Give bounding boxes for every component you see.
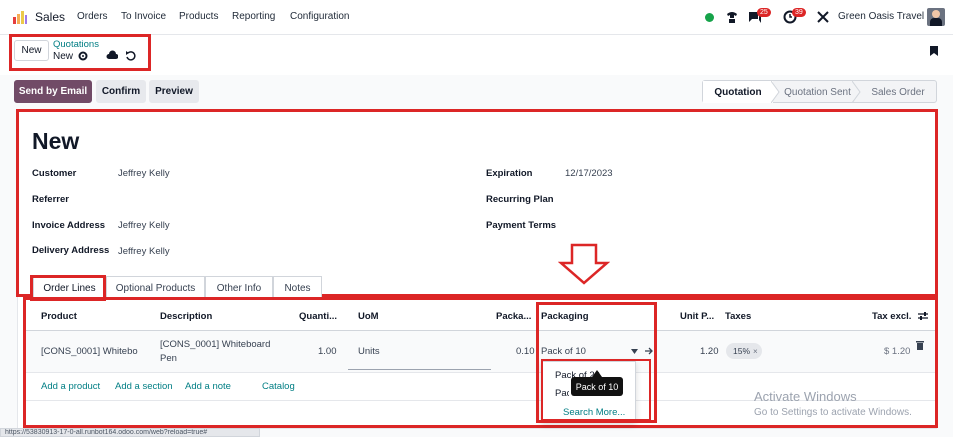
windows-watermark-title: Activate Windows [754,389,857,404]
row-unit-price-cell[interactable]: 1.20 [700,346,719,357]
send-by-email-button[interactable]: Send by Email [14,80,92,103]
invoice-address-field[interactable]: Jeffrey Kelly [118,220,170,231]
row-uom-cell[interactable]: Units [358,346,380,357]
stage-quotation[interactable]: Quotation [703,81,773,103]
table-row[interactable] [26,331,935,372]
add-section-link[interactable]: Add a section [115,381,173,392]
highlight-packaging-dropdown [541,359,651,421]
uom-input-underline [348,369,491,370]
menu-reporting[interactable]: Reporting [232,11,275,22]
app-name[interactable]: Sales [35,10,65,24]
breadcrumb-quotations[interactable]: Quotations [53,39,99,50]
top-navbar: Sales Orders To Invoice Products Reporti… [0,0,953,35]
phone-icon[interactable] [725,10,739,24]
stage-sales-order[interactable]: Sales Order [862,81,934,103]
col-uom-header[interactable]: UoM [358,311,379,322]
menu-products[interactable]: Products [179,11,218,22]
preview-button[interactable]: Preview [149,80,199,103]
col-packaging-qty-header[interactable]: Packa... [496,311,531,322]
highlight-form-header [16,109,938,297]
add-note-link[interactable]: Add a note [185,381,231,392]
confirm-button[interactable]: Confirm [96,80,146,103]
windows-watermark-subtitle: Go to Settings to activate Windows. [754,407,912,418]
recurring-plan-label: Recurring Plan [486,194,554,205]
col-tax-excl-header[interactable]: Tax excl. [872,311,911,322]
new-record-button[interactable]: New [14,40,49,61]
delivery-address-field[interactable]: Jeffrey Kelly [118,246,170,257]
debug-tools-icon[interactable] [817,11,829,23]
payment-terms-label: Payment Terms [486,220,557,231]
row-subtotal-cell: $ 1.20 [884,346,911,357]
company-switcher[interactable]: Green Oasis Travel [838,11,924,22]
tax-tag-label: 15% [733,346,751,356]
row-description-line2[interactable]: Pen [160,353,177,364]
customer-field[interactable]: Jeffrey Kelly [118,168,170,179]
browser-status-url: https://53830913-17-0-all.runbot164.odoo… [0,428,260,437]
referrer-label: Referrer [32,194,69,205]
customer-label: Customer [32,168,77,179]
row-product-cell[interactable]: [CONS_0001] Whitebo [41,346,141,357]
col-taxes-header[interactable]: Taxes [725,311,751,322]
catalog-link[interactable]: Catalog [262,381,295,392]
breadcrumb-current: New [53,51,74,62]
row-quantity-cell[interactable]: 1.00 [318,346,337,357]
gear-icon[interactable] [78,51,88,61]
bookmark-icon[interactable] [929,45,939,57]
row-divider [26,372,935,373]
remove-tax-icon[interactable]: × [753,347,758,356]
col-description-header[interactable]: Description [160,311,212,322]
col-unit-price-header[interactable]: Unit P... [680,311,714,322]
menu-configuration[interactable]: Configuration [290,11,349,22]
discard-undo-icon[interactable] [125,50,136,61]
menu-orders[interactable]: Orders [77,11,108,22]
optional-columns-toggle-icon[interactable] [917,311,929,321]
presence-status-icon[interactable] [705,13,714,22]
stage-separator-icon [852,81,861,103]
messages-count-badge: 25 [757,8,771,17]
delivery-address-label: Delivery Address [32,245,110,256]
col-quantity-header[interactable]: Quanti... [299,311,337,322]
col-product-header[interactable]: Product [41,311,77,322]
menu-to-invoice[interactable]: To Invoice [121,11,166,22]
user-avatar[interactable] [927,8,945,26]
expiration-field[interactable]: 12/17/2023 [565,168,613,179]
add-product-link[interactable]: Add a product [41,381,100,392]
row-description-line1[interactable]: [CONS_0001] Whiteboard [160,339,270,350]
stage-quotation-sent[interactable]: Quotation Sent [780,81,855,103]
record-title[interactable]: New [32,128,79,155]
trash-icon[interactable] [916,340,924,350]
expiration-label: Expiration [486,168,533,179]
invoice-address-label: Invoice Address [32,220,106,231]
save-cloud-icon[interactable] [106,50,118,60]
sales-app-icon[interactable] [12,9,28,25]
row-packaging-qty-cell[interactable]: 0.10 [516,346,535,357]
down-arrow-annotation-icon [558,243,610,285]
activities-count-badge: 39 [792,8,806,17]
tax-tag[interactable]: 15% × [726,343,762,359]
